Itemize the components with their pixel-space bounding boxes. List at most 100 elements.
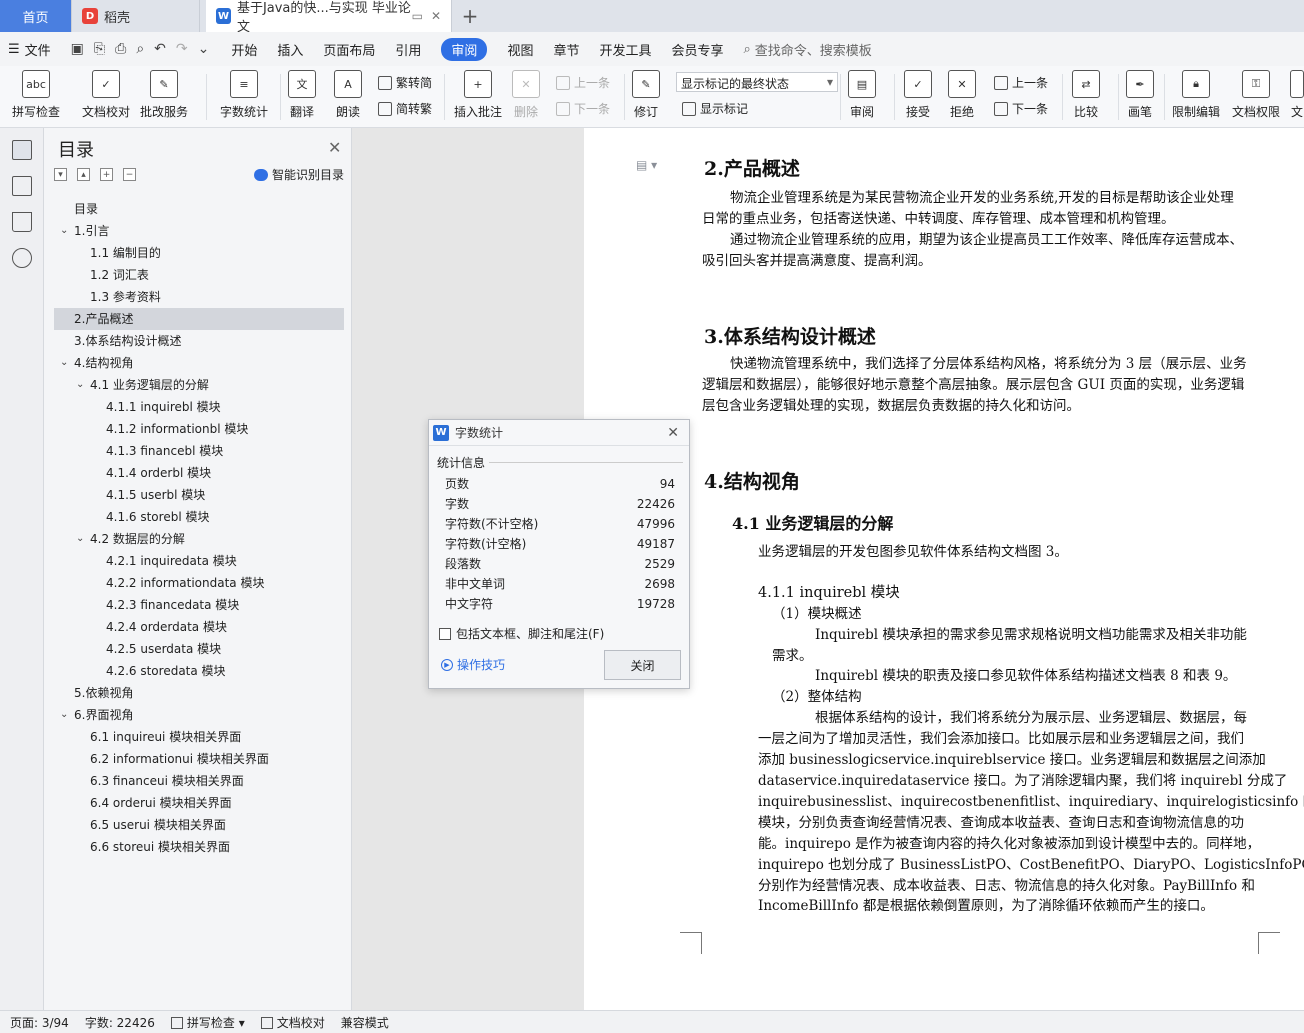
print-icon[interactable]: ⎙ bbox=[115, 41, 126, 57]
search-panel-icon[interactable] bbox=[12, 248, 32, 268]
export-pdf-icon[interactable]: ⎘ bbox=[94, 41, 105, 57]
toc-item[interactable]: 4.2.6 storedata 模块 bbox=[54, 660, 344, 682]
tab-daoke[interactable]: D 稻壳 bbox=[72, 0, 200, 32]
review-service-button[interactable]: ✎ 批改服务 bbox=[140, 70, 188, 120]
doccheck-button[interactable]: ✓ 文档校对 bbox=[82, 70, 130, 120]
collapse-all-icon[interactable]: ▾ bbox=[54, 168, 67, 181]
next-comment-button[interactable]: 下一条 bbox=[556, 100, 610, 117]
prev-comment-button[interactable]: 上一条 bbox=[556, 74, 610, 91]
toc-item[interactable]: 6.6 storeui 模块相关界面 bbox=[54, 836, 344, 858]
toc-item[interactable]: ⌄ 4.2 数据层的分解 bbox=[54, 528, 344, 550]
menu-view[interactable]: 视图 bbox=[507, 40, 533, 59]
doc-options-icon[interactable]: ▤ ▾ bbox=[636, 158, 657, 172]
menu-devtools[interactable]: 开发工具 bbox=[599, 40, 651, 59]
dialog-close-icon[interactable]: ✕ bbox=[667, 425, 679, 441]
smart-toc-button[interactable]: 智能识别目录 bbox=[254, 166, 344, 183]
toc-item[interactable]: 2.产品概述 bbox=[54, 308, 344, 330]
toc-item[interactable]: 6.3 financeui 模块相关界面 bbox=[54, 770, 344, 792]
tab-document[interactable]: W 基于Java的快...与实现 毕业论文 ▭ ✕ bbox=[206, 0, 452, 35]
toc-item[interactable]: 4.1.1 inquirebl 模块 bbox=[54, 396, 344, 418]
menu-member[interactable]: 会员专享 bbox=[671, 40, 723, 59]
more-icon[interactable]: ⌄ bbox=[198, 41, 210, 57]
spellcheck-button[interactable]: abc 拼写检查 bbox=[12, 70, 60, 120]
read-aloud-button[interactable]: A 朗读 bbox=[334, 70, 362, 120]
toc-item[interactable]: 目录 bbox=[54, 198, 344, 220]
wordcount-button[interactable]: ≡ 字数统计 bbox=[220, 70, 268, 120]
menu-chapter[interactable]: 章节 bbox=[553, 40, 579, 59]
pen-button[interactable]: ✒ 画笔 bbox=[1126, 70, 1154, 120]
show-markup-button[interactable]: 显示标记 bbox=[682, 100, 748, 117]
ribbon-overflow-button[interactable]: 文 bbox=[1290, 70, 1304, 120]
toc-item[interactable]: 1.1 编制目的 bbox=[54, 242, 344, 264]
toc-item[interactable]: ⌄ 4.1 业务逻辑层的分解 bbox=[54, 374, 344, 396]
chapter-panel-icon[interactable] bbox=[12, 176, 32, 196]
accept-button[interactable]: ✓ 接受 bbox=[904, 70, 932, 120]
toc-item[interactable]: 4.1.3 financebl 模块 bbox=[54, 440, 344, 462]
track-changes-button[interactable]: ✎ 修订 bbox=[632, 70, 660, 120]
include-textbox-checkbox[interactable]: 包括文本框、脚注和尾注(F) bbox=[439, 625, 604, 642]
toc-item[interactable]: 6.1 inquireui 模块相关界面 bbox=[54, 726, 344, 748]
file-menu[interactable]: ☰ 文件 bbox=[8, 40, 51, 59]
close-tab-icon[interactable]: ✕ bbox=[431, 9, 441, 23]
translate-button[interactable]: 文 翻译 bbox=[288, 70, 316, 120]
toc-item[interactable]: 3.体系结构设计概述 bbox=[54, 330, 344, 352]
next-change-button[interactable]: 下一条 bbox=[994, 100, 1048, 117]
chevron-down-icon[interactable]: ⌄ bbox=[76, 528, 84, 550]
bookmark-icon[interactable] bbox=[12, 212, 32, 232]
chevron-down-icon[interactable]: ⌄ bbox=[60, 352, 68, 374]
toc-item[interactable]: 1.2 词汇表 bbox=[54, 264, 344, 286]
toc-item[interactable]: 6.4 orderui 模块相关界面 bbox=[54, 792, 344, 814]
restrict-edit-button[interactable]: 🔒︎ 限制编辑 bbox=[1172, 70, 1220, 120]
menu-layout[interactable]: 页面布局 bbox=[323, 40, 375, 59]
toc-item[interactable]: 4.1.2 informationbl 模块 bbox=[54, 418, 344, 440]
toc-item[interactable]: ⌄ 4.结构视角 bbox=[54, 352, 344, 374]
redo-icon[interactable]: ↷ bbox=[176, 41, 188, 57]
to-simplified-button[interactable]: 简转繁 bbox=[378, 100, 432, 117]
toc-item[interactable]: 4.1.4 orderbl 模块 bbox=[54, 462, 344, 484]
insert-comment-button[interactable]: + 插入批注 bbox=[454, 70, 502, 120]
menu-insert[interactable]: 插入 bbox=[277, 40, 303, 59]
document-page[interactable]: ▤ ▾ 2.产品概述 物流企业管理系统是为某民营物流企业开发的业务系统,开发的目… bbox=[584, 128, 1304, 1010]
toc-item[interactable]: 4.2.3 financedata 模块 bbox=[54, 594, 344, 616]
close-button[interactable]: 关闭 bbox=[604, 650, 681, 680]
toc-item[interactable]: 4.2.2 informationdata 模块 bbox=[54, 572, 344, 594]
toc-item[interactable]: ⌄ 1.引言 bbox=[54, 220, 344, 242]
toc-item[interactable]: 4.1.6 storebl 模块 bbox=[54, 506, 344, 528]
proofread-status[interactable]: 文档校对 bbox=[260, 1014, 325, 1031]
toc-item[interactable]: 1.3 参考资料 bbox=[54, 286, 344, 308]
review-pane-button[interactable]: ▤ 审阅 bbox=[848, 70, 876, 120]
toc-close-icon[interactable]: ✕ bbox=[328, 138, 341, 157]
save-icon[interactable]: ▣ bbox=[71, 41, 84, 57]
spellcheck-status[interactable]: 拼写检查 ▾ bbox=[170, 1014, 245, 1031]
toc-item[interactable]: ⌄ 6.界面视角 bbox=[54, 704, 344, 726]
compare-button[interactable]: ⇄ 比较 bbox=[1072, 70, 1100, 120]
menu-start[interactable]: 开始 bbox=[231, 40, 257, 59]
toc-item[interactable]: 4.2.1 inquiredata 模块 bbox=[54, 550, 344, 572]
prev-change-button[interactable]: 上一条 bbox=[994, 74, 1048, 91]
print-preview-icon[interactable]: ⌕ bbox=[136, 41, 144, 57]
expand-all-icon[interactable]: ▴ bbox=[77, 168, 90, 181]
new-tab-button[interactable]: + bbox=[452, 0, 488, 32]
command-search[interactable]: ⌕ 查找命令、搜索模板 bbox=[744, 40, 872, 59]
doc-permission-button[interactable]: ⚿ 文档权限 bbox=[1232, 70, 1280, 120]
tips-link[interactable]: ▶ 操作技巧 bbox=[441, 656, 505, 673]
toc-item[interactable]: 5.依赖视角 bbox=[54, 682, 344, 704]
delete-comment-button[interactable]: ✕ 删除 bbox=[512, 70, 540, 120]
menu-reference[interactable]: 引用 bbox=[395, 40, 421, 59]
reject-button[interactable]: ✕ 拒绝 bbox=[948, 70, 976, 120]
display-mode-select[interactable]: 显示标记的最终状态 bbox=[676, 72, 838, 92]
toc-item[interactable]: 6.2 informationui 模块相关界面 bbox=[54, 748, 344, 770]
chevron-down-icon[interactable]: ⌄ bbox=[60, 220, 68, 242]
page-indicator[interactable]: 页面: 3/94 bbox=[10, 1014, 69, 1031]
chevron-down-icon[interactable]: ⌄ bbox=[76, 374, 84, 396]
toc-item[interactable]: 4.2.5 userdata 模块 bbox=[54, 638, 344, 660]
to-traditional-button[interactable]: 繁转简 bbox=[378, 74, 432, 91]
toc-panel-icon[interactable] bbox=[12, 140, 32, 160]
undo-icon[interactable]: ↶ bbox=[154, 41, 166, 57]
menu-review[interactable]: 审阅 bbox=[441, 37, 488, 61]
word-count-indicator[interactable]: 字数: 22426 bbox=[85, 1014, 155, 1031]
toc-item[interactable]: 4.1.5 userbl 模块 bbox=[54, 484, 344, 506]
tab-home[interactable]: 首页 bbox=[0, 0, 72, 32]
add-heading-icon[interactable]: + bbox=[100, 168, 113, 181]
toc-item[interactable]: 6.5 userui 模块相关界面 bbox=[54, 814, 344, 836]
